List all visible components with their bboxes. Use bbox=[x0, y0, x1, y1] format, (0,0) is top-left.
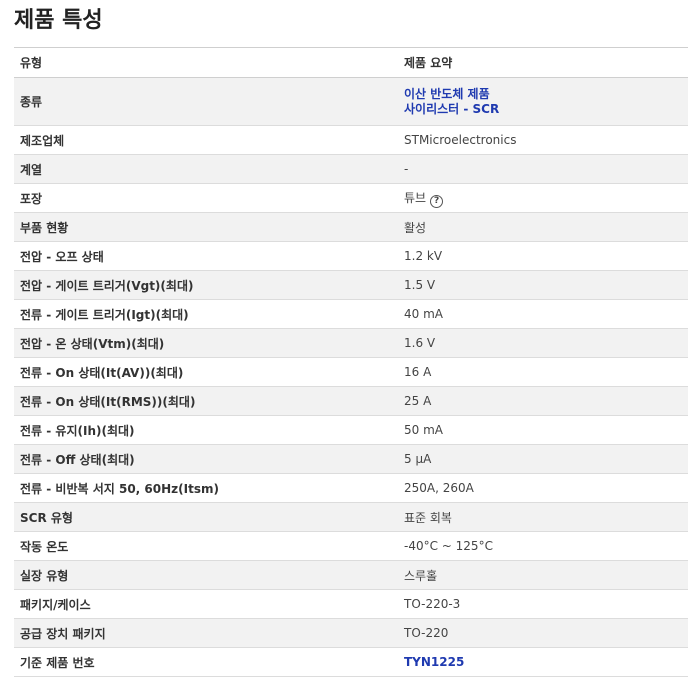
row-value: 5 µA bbox=[404, 452, 432, 466]
section-title: 제품 특성 bbox=[14, 8, 103, 33]
row-value: -40°C ~ 125°C bbox=[404, 539, 493, 553]
row-value: 25 A bbox=[404, 394, 432, 408]
row-label: 공급 장치 패키지 bbox=[20, 626, 106, 641]
row-label: 전압 - 오프 상태 bbox=[20, 249, 104, 264]
row-label: 작동 온도 bbox=[20, 539, 69, 554]
table-row: 계열 - bbox=[14, 155, 688, 184]
table-row: 전압 - 오프 상태 1.2 kV bbox=[14, 242, 688, 271]
base-part-number-link[interactable]: TYN1225 bbox=[404, 655, 688, 670]
table-row: 패키지/케이스 TO-220-3 bbox=[14, 590, 688, 619]
row-value: - bbox=[404, 162, 409, 176]
row-value: STMicroelectronics bbox=[404, 133, 517, 147]
table-row: 전압 - 온 상태(Vtm)(최대) 1.6 V bbox=[14, 329, 688, 358]
category-link-scr[interactable]: 사이리스터 - SCR bbox=[404, 102, 688, 117]
row-label: 제조업체 bbox=[20, 133, 65, 148]
row-label: 전류 - On 상태(It(AV))(최대) bbox=[20, 365, 184, 380]
row-label: 전류 - 유지(Ih)(최대) bbox=[20, 423, 135, 438]
table-row: 전류 - Off 상태(최대) 5 µA bbox=[14, 445, 688, 474]
table-row: 제조업체 STMicroelectronics bbox=[14, 126, 688, 155]
table-row: 실장 유형 스루홀 bbox=[14, 561, 688, 590]
row-label: 기준 제품 번호 bbox=[20, 655, 95, 670]
table-header: 유형 제품 요약 bbox=[14, 48, 688, 78]
row-label: 종류 bbox=[20, 95, 43, 109]
table-row: 부품 현황 활성 bbox=[14, 213, 688, 242]
row-label: 부품 현황 bbox=[20, 220, 69, 235]
row-value: TO-220-3 bbox=[404, 597, 461, 611]
row-value: 튜브? bbox=[398, 189, 688, 208]
header-type: 유형 bbox=[20, 56, 43, 70]
packaging-value: 튜브 bbox=[404, 190, 427, 205]
table-row: 작동 온도 -40°C ~ 125°C bbox=[14, 532, 688, 561]
row-label: 전압 - 게이트 트리거(Vgt)(최대) bbox=[20, 278, 194, 293]
table-row: 전류 - 비반복 서지 50, 60Hz(Itsm) 250A, 260A bbox=[14, 474, 688, 503]
row-label: 전압 - 온 상태(Vtm)(최대) bbox=[20, 336, 165, 351]
table-row: 포장 튜브? bbox=[14, 184, 688, 213]
help-icon[interactable]: ? bbox=[430, 194, 444, 208]
table-row: 공급 장치 패키지 TO-220 bbox=[14, 619, 688, 648]
row-value: 스루홀 bbox=[404, 568, 438, 583]
row-label: 전류 - On 상태(It(RMS))(최대) bbox=[20, 394, 196, 409]
table-row: 전류 - On 상태(It(RMS))(최대) 25 A bbox=[14, 387, 688, 416]
table-row: SCR 유형 표준 회복 bbox=[14, 503, 688, 532]
row-label: 전류 - Off 상태(최대) bbox=[20, 452, 135, 467]
row-value: 40 mA bbox=[404, 307, 443, 321]
product-attributes-panel: 제품 특성 유형 제품 요약 종류 이산 반도체 제품 사이리스터 - SCR … bbox=[0, 0, 688, 686]
row-value: 250A, 260A bbox=[404, 481, 474, 495]
row-value: 활성 bbox=[404, 220, 427, 235]
table-row: 전류 - On 상태(It(AV))(최대) 16 A bbox=[14, 358, 688, 387]
table-row-category: 종류 이산 반도체 제품 사이리스터 - SCR bbox=[14, 78, 688, 126]
header-summary: 제품 요약 bbox=[404, 56, 453, 70]
row-label: 실장 유형 bbox=[20, 568, 69, 583]
table-row: 전류 - 게이트 트리거(Igt)(최대) 40 mA bbox=[14, 300, 688, 329]
row-value: 표준 회복 bbox=[404, 510, 452, 525]
table-row: 기준 제품 번호 TYN1225 bbox=[14, 648, 688, 677]
row-value: 1.6 V bbox=[404, 336, 436, 350]
row-value: 1.5 V bbox=[404, 278, 436, 292]
row-value: 50 mA bbox=[404, 423, 443, 437]
row-value: 이산 반도체 제품 사이리스터 - SCR bbox=[398, 87, 688, 117]
row-value: TYN1225 bbox=[398, 655, 688, 670]
table-row: 전류 - 유지(Ih)(최대) 50 mA bbox=[14, 416, 688, 445]
row-label: 포장 bbox=[20, 191, 43, 206]
row-value: 16 A bbox=[404, 365, 432, 379]
row-label: 전류 - 비반복 서지 50, 60Hz(Itsm) bbox=[20, 481, 219, 496]
row-label: 계열 bbox=[20, 162, 43, 177]
row-label: 패키지/케이스 bbox=[20, 597, 91, 612]
row-label: 전류 - 게이트 트리거(Igt)(최대) bbox=[20, 307, 189, 322]
table-row: 전압 - 게이트 트리거(Vgt)(최대) 1.5 V bbox=[14, 271, 688, 300]
row-label: SCR 유형 bbox=[20, 510, 73, 525]
category-link-discrete[interactable]: 이산 반도체 제품 bbox=[404, 87, 688, 102]
attributes-table: 유형 제품 요약 종류 이산 반도체 제품 사이리스터 - SCR 제조업체 S… bbox=[14, 47, 688, 677]
row-value: 1.2 kV bbox=[404, 249, 443, 263]
row-value: TO-220 bbox=[404, 626, 449, 640]
